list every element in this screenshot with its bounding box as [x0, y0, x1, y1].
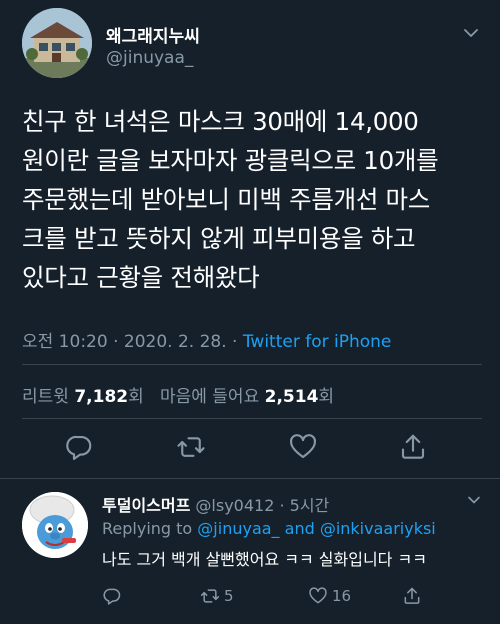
tweet-header: 왜그래지누씨 @jinuyaa_: [22, 8, 482, 78]
reply-icon[interactable]: [64, 432, 94, 462]
mention-link[interactable]: @inkivaariyksi: [320, 519, 436, 538]
mention-link[interactable]: @jinuyaa_: [197, 519, 279, 538]
retweet-icon[interactable]: [176, 432, 206, 462]
avatar-smurf-image: [22, 492, 88, 558]
tweet-timestamp[interactable]: 오전 10:20 · 2020. 2. 28. ·: [22, 332, 243, 352]
replying-prefix: Replying to: [102, 519, 198, 538]
like-icon: [309, 587, 327, 604]
author-name[interactable]: 왜그래지누씨: [106, 22, 200, 47]
share-icon: [404, 587, 420, 604]
tweet-text-line: 있다고 근황을 전해왔다: [22, 263, 260, 292]
reply-like-count: 16: [332, 587, 352, 605]
divider: [0, 478, 500, 479]
tweet-text-line: 친구 한 녀석은 마스크 30매에 14,000: [22, 107, 419, 136]
chevron-down-icon[interactable]: [462, 24, 480, 42]
chevron-down-icon[interactable]: [466, 492, 482, 508]
author-avatar[interactable]: [22, 8, 92, 78]
replying-to: Replying to @jinuyaa_ and @inkivaariyksi: [102, 519, 436, 538]
tweet-text-line: 원이란 글을 보자마자 광클릭으로 10개를: [22, 146, 439, 175]
likes-label: 마음에 들어요: [159, 387, 260, 407]
like-icon[interactable]: [288, 432, 318, 462]
reply-text: 나도 그거 백개 살뻔했어요 ㅋㅋ 실화입니다 ㅋㅋ: [102, 550, 427, 569]
tweet-actions: [0, 432, 500, 468]
reply-like-action[interactable]: 16: [308, 584, 351, 608]
tweet-text-line: 크를 받고 뜻하지 않게 피부미용을 하고: [22, 224, 416, 253]
tweet-source-link[interactable]: Twitter for iPhone: [243, 332, 392, 352]
reply-retweet-action[interactable]: 5: [200, 584, 234, 608]
and-text: and: [279, 519, 320, 538]
tweet-stats: 리트윗 7,182회 마음에 들어요 2,514회: [22, 382, 334, 407]
reply-share-action[interactable]: [402, 584, 422, 608]
retweets-label: 리트윗: [22, 387, 69, 407]
avatar-house-image: [22, 8, 92, 78]
reply-icon: [103, 588, 121, 605]
reply-header: 투덜이스머프 @lsy0412 · 5시간: [102, 492, 329, 516]
likes-unit: 회: [318, 387, 335, 407]
tweet-meta: 오전 10:20 · 2020. 2. 28. · Twitter for iP…: [22, 327, 391, 352]
tweet-text: 친구 한 녀석은 마스크 30매에 14,000 원이란 글을 보자마자 광클릭…: [22, 102, 482, 297]
retweets-stat[interactable]: 리트윗 7,182회: [22, 387, 144, 407]
divider: [22, 364, 482, 365]
reply-actions: 5 16: [102, 584, 482, 608]
retweets-count: 7,182: [74, 387, 129, 407]
reply-reply-action[interactable]: [102, 584, 122, 608]
divider: [22, 418, 482, 419]
likes-count: 2,514: [264, 387, 319, 407]
share-icon[interactable]: [398, 432, 428, 462]
reply-retweet-count: 5: [224, 587, 234, 605]
tweet-text-line: 주문했는데 받아보니 미백 주름개선 마스: [22, 185, 431, 214]
likes-stat[interactable]: 마음에 들어요 2,514회: [160, 387, 334, 407]
reply-author-name[interactable]: 투덜이스머프: [102, 496, 190, 515]
retweet-icon: [200, 589, 220, 603]
reply-author-handle[interactable]: @lsy0412 · 5시간: [195, 496, 329, 515]
retweets-unit: 회: [128, 387, 144, 407]
author-handle[interactable]: @jinuyaa_: [106, 48, 193, 68]
reply-avatar[interactable]: [22, 492, 88, 558]
